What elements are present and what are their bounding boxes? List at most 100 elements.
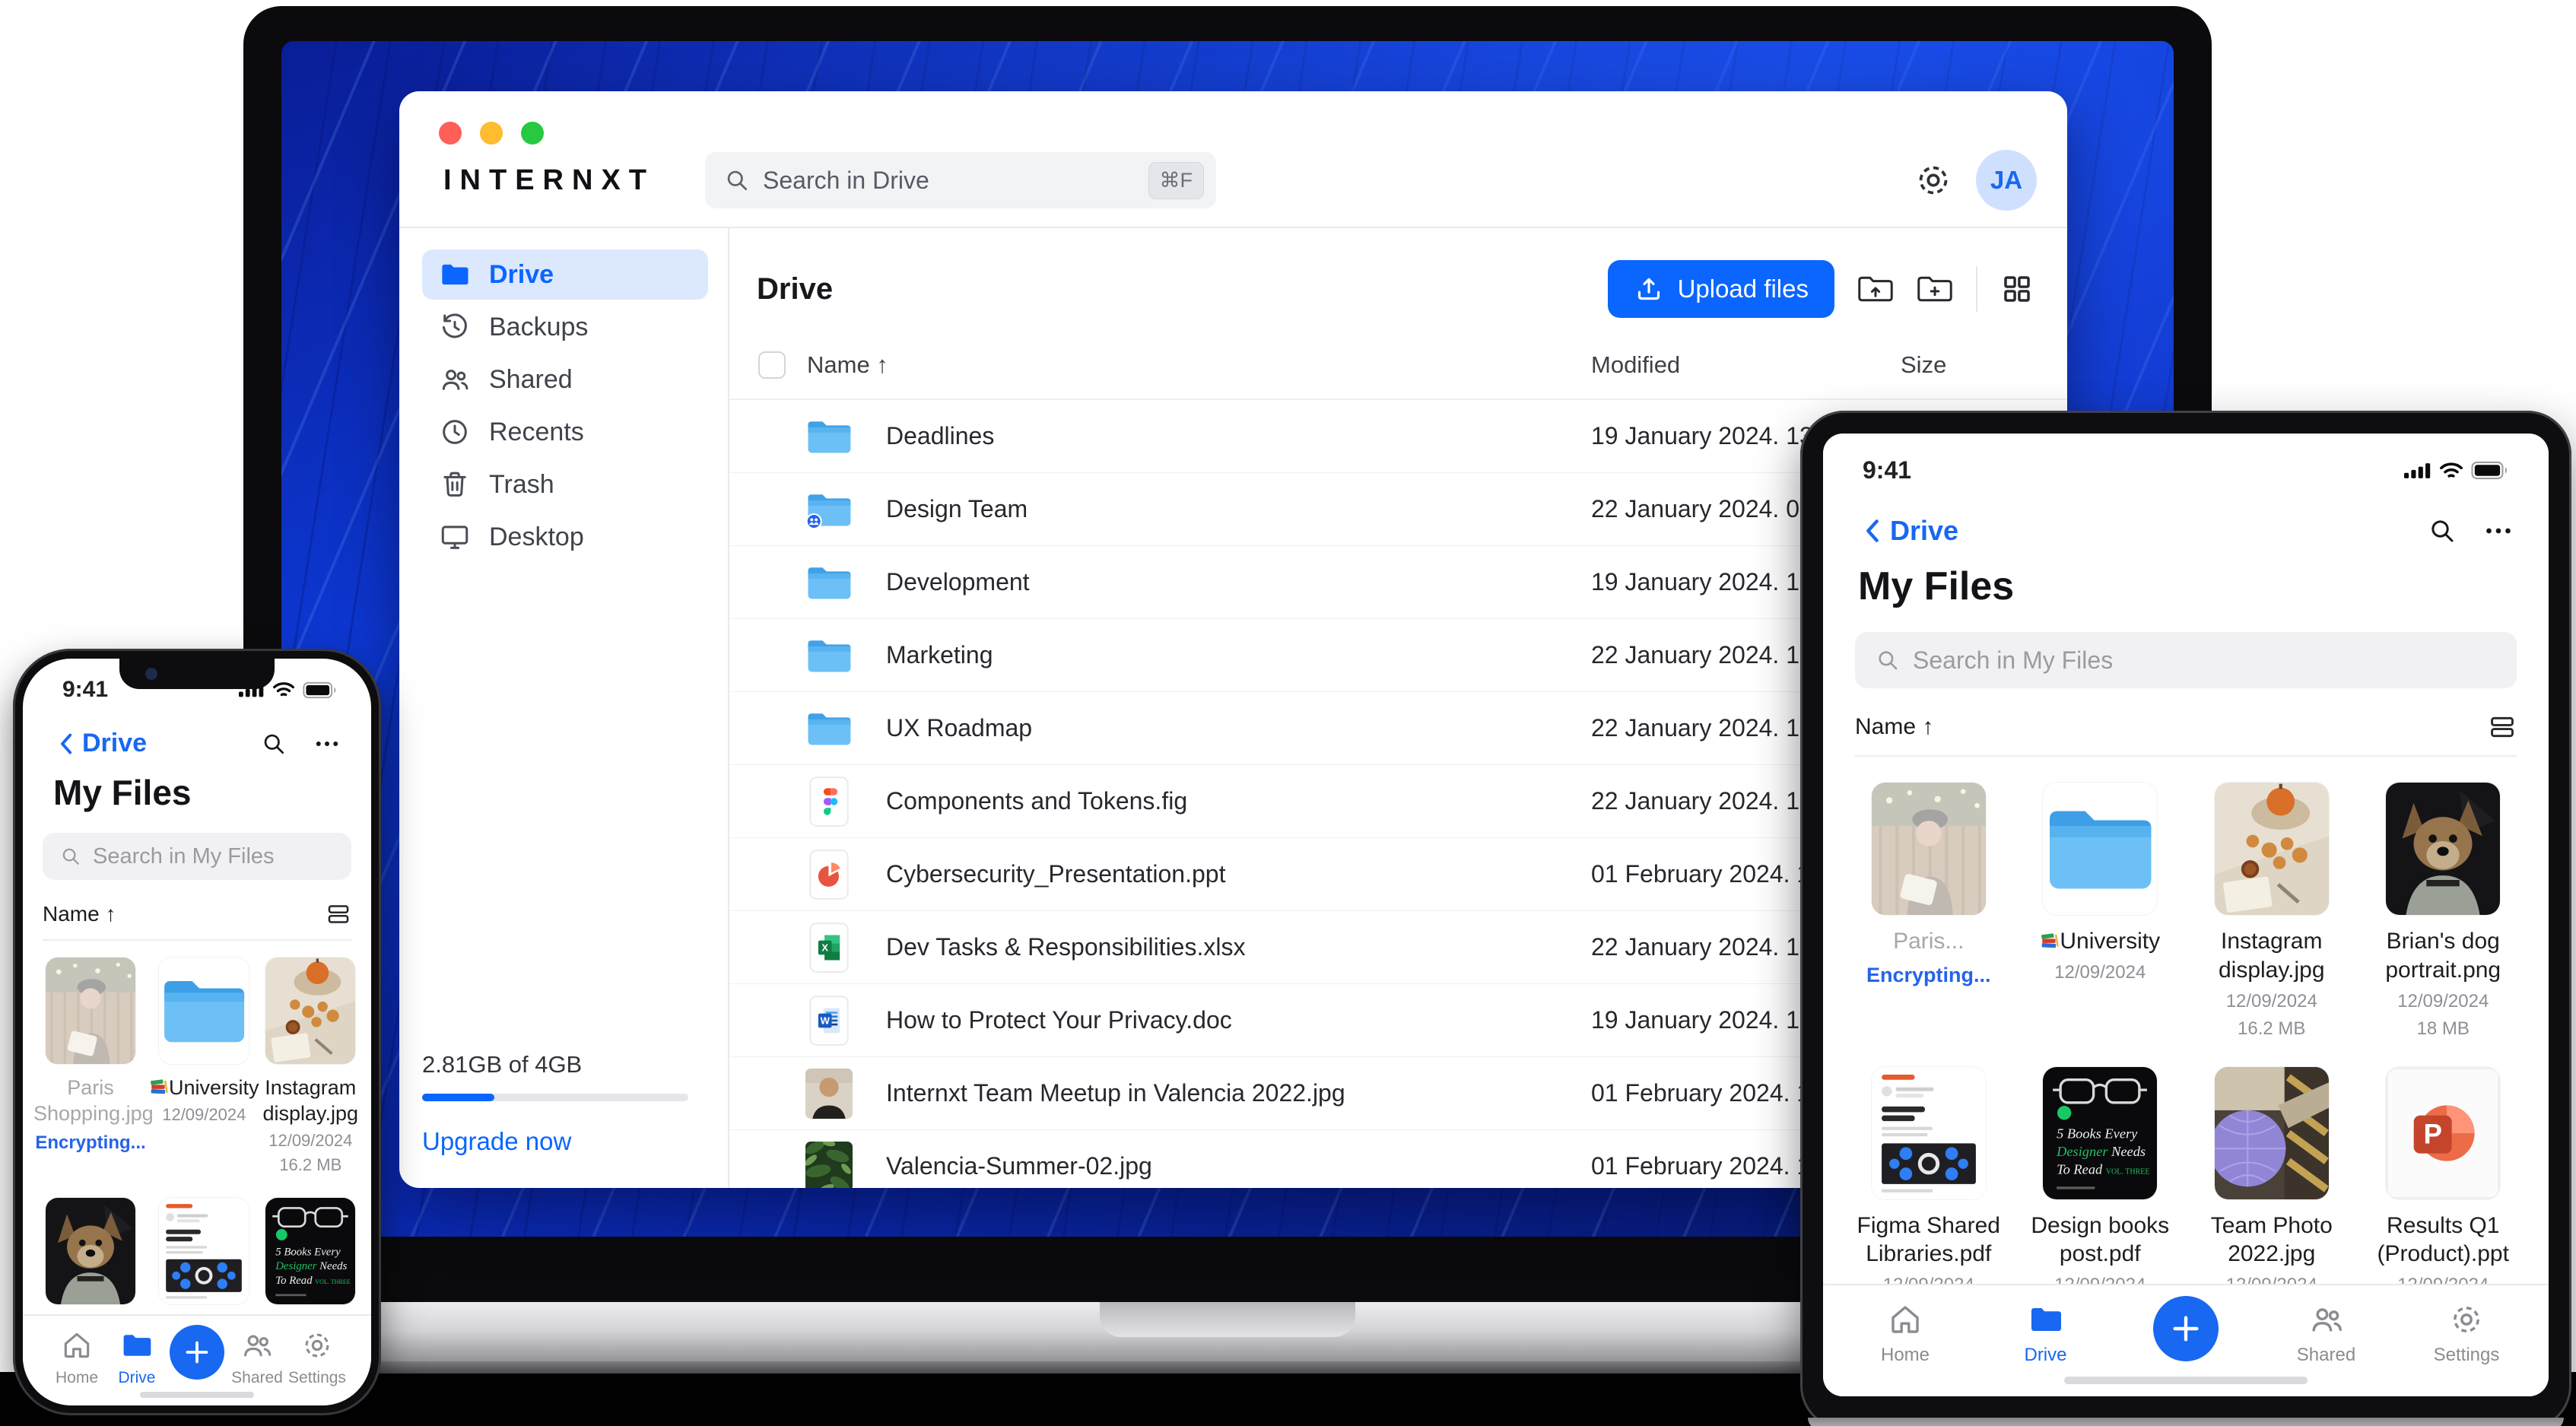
grid-item[interactable]: Paris... Encrypting...	[1866, 783, 1991, 1040]
tab-icon	[2153, 1296, 2219, 1361]
sidebar-item-icon	[439, 416, 471, 448]
svg-text:P: P	[2424, 1118, 2442, 1149]
grid-item[interactable]: Instagram display.jpg 12/09/2024 16.2 MB	[261, 958, 361, 1175]
file-type-icon	[805, 630, 853, 681]
close-window-button[interactable]	[439, 122, 462, 145]
more-options-icon[interactable]	[2483, 516, 2514, 546]
tab-icon	[119, 1328, 154, 1363]
grid-item[interactable]: Instagram display.jpg 12/09/2024 16.2 MB	[2197, 783, 2346, 1040]
sidebar-item-icon	[439, 311, 471, 343]
grid-item[interactable]: University 12/09/2024	[149, 958, 259, 1175]
grid-item[interactable]: 5 Books Every Designer Needs To Read VOL. …	[261, 1198, 361, 1314]
search-icon[interactable]	[2427, 516, 2457, 546]
sort-by-name[interactable]: Name ↑	[1855, 714, 1933, 740]
sidebar-item-icon	[439, 521, 471, 553]
toolbar-divider	[1976, 266, 1977, 312]
search-icon	[723, 167, 751, 194]
tab-bar-item[interactable]: Settings	[287, 1328, 347, 1405]
sidebar-item[interactable]: Recents	[422, 407, 708, 457]
grid-item[interactable]: Team Photo 2022.jpg 12/09/2024 35 MB	[2197, 1066, 2346, 1284]
grid-item[interactable]: Figma Shared Libraries.pdf 12/09/2024 87…	[1854, 1066, 2003, 1284]
minimize-window-button[interactable]	[480, 122, 503, 145]
file-thumbnail	[46, 958, 135, 1064]
file-name: Marketing	[886, 641, 993, 669]
tab-icon	[59, 1328, 94, 1363]
upload-folder-icon[interactable]	[1857, 273, 1894, 305]
sidebar-item[interactable]: Drive	[422, 249, 708, 300]
tab-icon	[2308, 1301, 2346, 1339]
sidebar-nav: Drive Backups Shared Recents Trash Deskt…	[422, 249, 708, 564]
search-placeholder: Search in My Files	[1913, 646, 2114, 674]
phone-notch	[119, 659, 275, 689]
sidebar-item[interactable]: Desktop	[422, 512, 708, 562]
zoom-window-button[interactable]	[521, 122, 544, 145]
svg-text:Designer Needs: Designer Needs	[2056, 1144, 2146, 1159]
search-icon[interactable]	[260, 730, 287, 757]
svg-text:5 Books Every: 5 Books Every	[2057, 1126, 2138, 1141]
file-name: Internxt Team Meetup in Valencia 2022.jp…	[886, 1079, 1345, 1107]
grid-item[interactable]: Paris Shopping.jpg Encrypting...	[33, 958, 154, 1175]
file-type-icon	[805, 849, 853, 900]
home-indicator[interactable]	[140, 1392, 254, 1398]
select-all-checkbox[interactable]	[758, 351, 786, 379]
back-button[interactable]: Drive	[53, 729, 147, 758]
file-name: Instagram display.jpg	[2218, 929, 2325, 983]
file-date: 12/09/2024	[2225, 990, 2317, 1012]
books-emoji-icon	[2040, 931, 2060, 951]
grid-view-icon[interactable]	[2000, 272, 2034, 306]
sort-by-name[interactable]: Name ↑	[43, 902, 116, 926]
sidebar-item[interactable]: Backups	[422, 302, 708, 352]
search-input[interactable]: Search in My Files	[43, 833, 351, 880]
file-name: Development	[886, 568, 1030, 595]
grid-item[interactable]: P Results Q1 (Product).ppt 12/09/2024 48…	[2368, 1067, 2517, 1284]
file-type-icon	[805, 776, 853, 827]
grid-item[interactable]: 5 Books Every Designer Needs To Read VOL. …	[2025, 1066, 2174, 1284]
file-type-icon	[805, 484, 853, 535]
tab-label: Settings	[2433, 1345, 2500, 1365]
column-modified-label[interactable]: Modified	[1591, 351, 1901, 379]
tab-bar-item[interactable]: Home	[1869, 1301, 1942, 1396]
column-name-label[interactable]: Name ↑	[807, 351, 888, 379]
list-view-icon[interactable]	[2488, 713, 2517, 742]
search-placeholder: Search in My Files	[93, 843, 275, 869]
settings-gear-icon[interactable]	[1914, 160, 1953, 200]
file-thumbnail	[265, 958, 356, 1064]
more-options-icon[interactable]	[313, 730, 341, 757]
file-name: Design Team	[886, 495, 1028, 522]
file-date: 12/09/2024	[1883, 1275, 1974, 1284]
tablet-nav-row: Drive	[1823, 484, 2549, 547]
sidebar-item-label: Backups	[489, 312, 589, 341]
file-date: 12/09/2024	[2054, 1275, 2146, 1284]
column-size-label[interactable]: Size	[1901, 351, 2034, 379]
grid-item[interactable]: University 12/09/2024	[2040, 783, 2160, 1040]
file-date: 12/09/2024	[162, 1105, 246, 1125]
file-name: University	[2040, 927, 2160, 956]
file-name: How to Protect Your Privacy.doc	[886, 1006, 1232, 1034]
grid-item[interactable]: Figma Shared Libraries.pdf 12/09/2024 87…	[148, 1198, 261, 1314]
file-date: 12/09/2024	[268, 1131, 353, 1151]
back-button[interactable]: Drive	[1858, 515, 1958, 547]
tab-icon	[240, 1328, 275, 1363]
search-input[interactable]: Search in My Files	[1855, 632, 2517, 688]
search-input[interactable]: Search in Drive ⌘F	[705, 152, 1216, 208]
tab-bar-item[interactable]: Settings	[2430, 1301, 2503, 1396]
home-indicator[interactable]	[2064, 1377, 2308, 1384]
search-placeholder: Search in Drive	[763, 166, 929, 194]
file-type-icon	[805, 703, 853, 754]
battery-icon	[2471, 461, 2509, 480]
sidebar-item[interactable]: Shared	[422, 354, 708, 405]
upload-files-button[interactable]: Upload files	[1607, 260, 1834, 318]
upgrade-now-link[interactable]: Upgrade now	[422, 1127, 708, 1156]
new-folder-icon[interactable]	[1917, 273, 1953, 305]
file-name: Components and Tokens.fig	[886, 787, 1188, 815]
sidebar-item[interactable]: Trash	[422, 459, 708, 510]
grid-item[interactable]: Brian's dog portrait.png 12/09/2024 18 M…	[2368, 783, 2517, 1040]
tab-icon	[300, 1328, 335, 1363]
file-name: Figma Shared Libraries.pdf	[1857, 1212, 2000, 1267]
avatar[interactable]: JA	[1976, 150, 2037, 211]
grid-item[interactable]: Brian's dog portrait.png 12/09/2024 18 M…	[33, 1198, 148, 1314]
list-view-icon[interactable]	[326, 901, 351, 927]
tab-bar-item[interactable]: Home	[47, 1328, 106, 1405]
wifi-icon	[272, 681, 295, 698]
sidebar-item-label: Desktop	[489, 522, 584, 551]
